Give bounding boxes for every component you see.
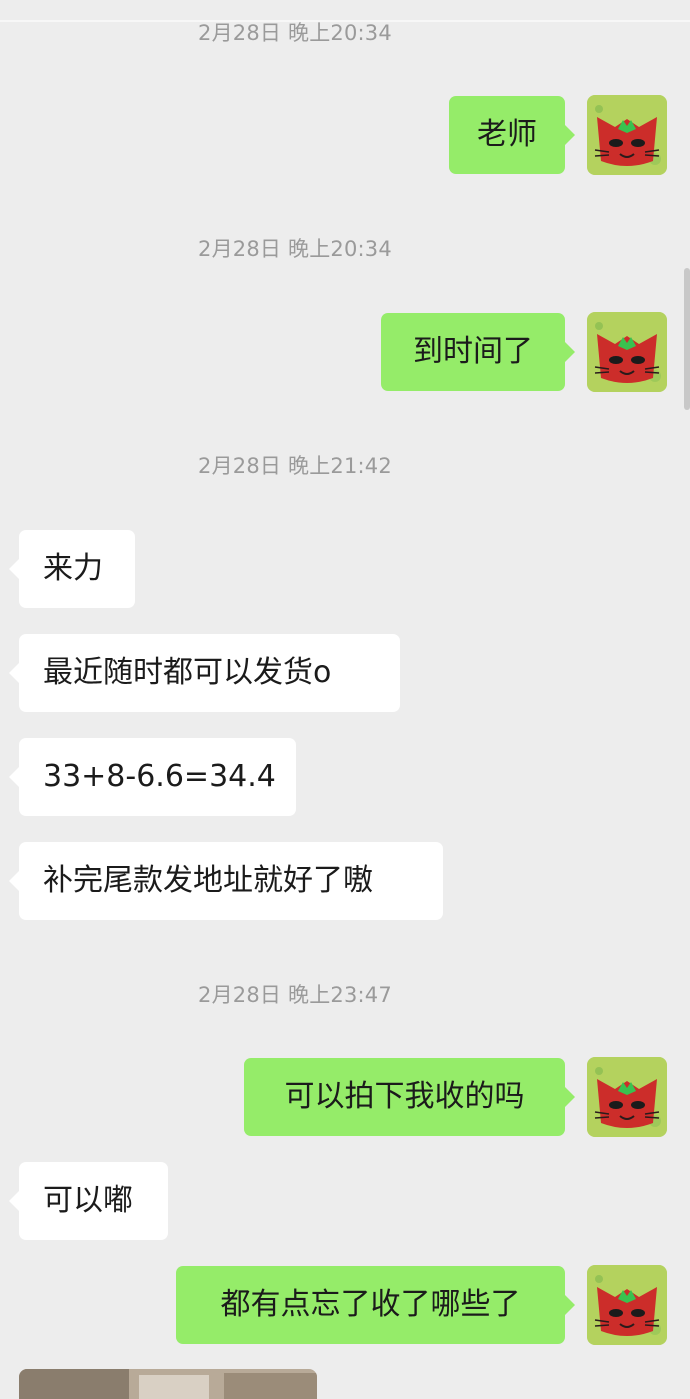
user-avatar[interactable]: [587, 1057, 667, 1137]
user-avatar[interactable]: [587, 312, 667, 392]
scrollbar[interactable]: [684, 268, 690, 410]
red-cat-face-avatar-icon: [587, 312, 667, 392]
incoming-message-bubble[interactable]: 补完尾款发地址就好了嗷: [9, 842, 443, 920]
outgoing-message-bubble[interactable]: 可以拍下我收的吗: [244, 1058, 575, 1136]
user-avatar[interactable]: [587, 95, 667, 175]
chat-scroll-area[interactable]: 2月28日 晚上20:34 老师 2月28日 晚上20:34 到时间了 2月28…: [0, 0, 690, 1399]
incoming-message-bubble[interactable]: 可以嘟: [9, 1162, 168, 1240]
timestamp-label: 2月28日 晚上20:34: [198, 237, 392, 261]
incoming-message-bubble[interactable]: 来力: [9, 530, 135, 608]
incoming-message-bubble[interactable]: 33+8-6.6=34.4: [9, 738, 296, 816]
timestamp-label: 2月28日 晚上23:47: [198, 983, 392, 1007]
incoming-message-bubble[interactable]: 最近随时都可以发货o: [9, 634, 400, 712]
outgoing-message-bubble[interactable]: 老师: [449, 96, 575, 174]
incoming-image-thumbnail[interactable]: [19, 1369, 317, 1399]
outgoing-message-bubble[interactable]: 都有点忘了收了哪些了: [176, 1266, 575, 1344]
outgoing-message-bubble[interactable]: 到时间了: [381, 313, 575, 391]
red-cat-face-avatar-icon: [587, 1057, 667, 1137]
red-cat-face-avatar-icon: [587, 1265, 667, 1345]
red-cat-face-avatar-icon: [587, 95, 667, 175]
user-avatar[interactable]: [587, 1265, 667, 1345]
timestamp-label: 2月28日 晚上20:34: [198, 21, 392, 45]
timestamp-label: 2月28日 晚上21:42: [198, 454, 392, 478]
